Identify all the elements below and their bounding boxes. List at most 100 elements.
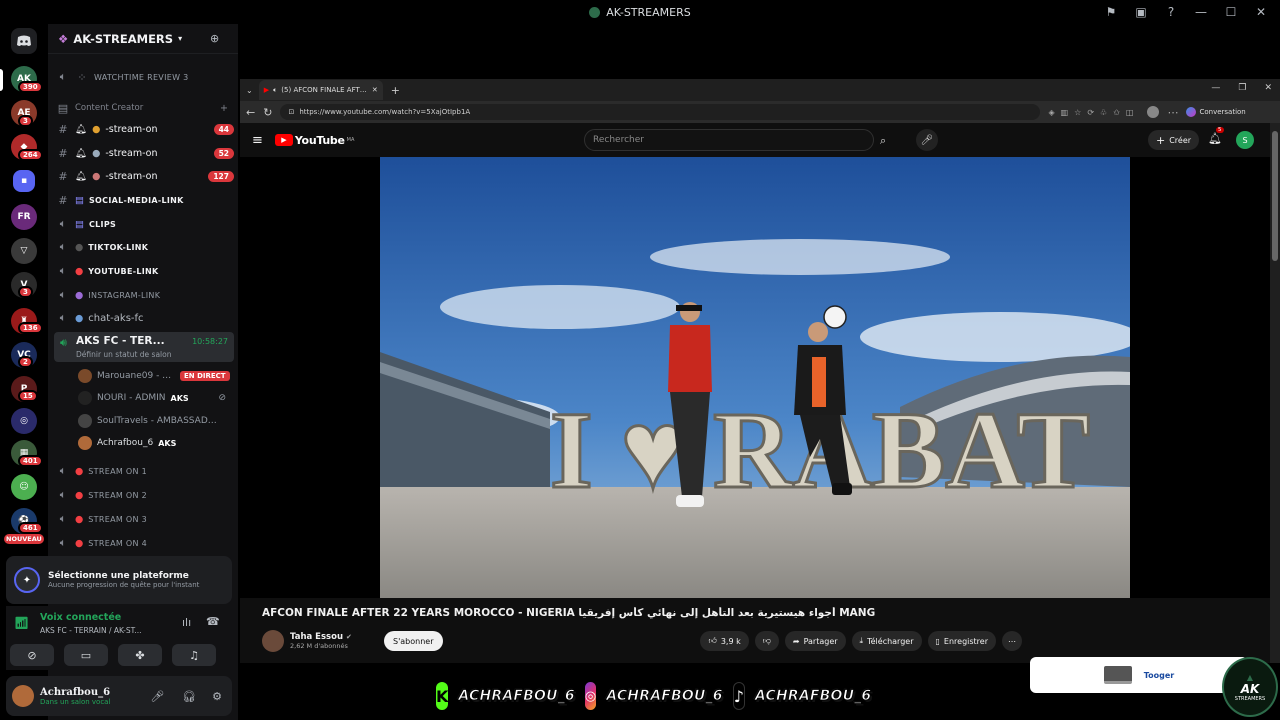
screen-share-icon[interactable]: ▣ — [1128, 2, 1154, 22]
camera-off-button[interactable]: ⊘ — [10, 644, 54, 666]
bell-icon: 🔔︎ — [75, 123, 88, 135]
more-menu-icon[interactable]: ⋯ — [1167, 106, 1178, 119]
channel-name: -stream-on — [105, 123, 158, 135]
back-icon[interactable]: ← — [246, 106, 255, 119]
discord-home-icon[interactable] — [11, 28, 37, 54]
channel-clips[interactable]: 🔈︎ ▤ CLIPS — [56, 213, 234, 235]
channel-stream-on-2[interactable]: # 🔔︎ ● -stream-on 52 — [56, 142, 234, 164]
video-scene: I ♥ RABAT — [380, 157, 1130, 598]
tab-list-icon[interactable]: ⌄ — [246, 86, 253, 95]
tiktok-handle: ACHRAFBOU_6 — [754, 688, 872, 705]
share-button[interactable]: ➦ Partager — [784, 631, 846, 651]
category-content-creator[interactable]: ▤ Content Creator + — [56, 97, 234, 119]
minimize-button[interactable]: — — [1188, 2, 1214, 22]
channel-name[interactable]: Taha Essou ✔ — [290, 632, 378, 642]
signal-icon[interactable]: 📶︎ — [14, 616, 29, 630]
server-badge: 390 — [18, 81, 43, 93]
close-button[interactable]: ✕ — [1248, 2, 1274, 22]
browser-tab[interactable]: ▶ 🔈︎ (5) AFCON FINALE AFTER 22 ✕ — [258, 80, 383, 100]
channel-status[interactable]: Définir un statut de salon — [76, 350, 226, 359]
create-button[interactable]: + Créer — [1148, 130, 1200, 150]
avatar[interactable] — [12, 685, 34, 707]
channel-name: SOCIAL-MEDIA-LINK — [88, 195, 184, 205]
tab-close-icon[interactable]: ✕ — [372, 86, 378, 94]
download-icon: ⤓ — [859, 636, 864, 645]
member-name: Achrafbou_6 — [97, 438, 154, 448]
channel-avatar[interactable] — [262, 630, 284, 652]
page-scrollbar[interactable] — [1272, 131, 1278, 261]
extension-icons[interactable]: ◈▥☆⟳♧✩◫ — [1048, 108, 1139, 117]
activities-button[interactable]: ✤ — [118, 644, 162, 666]
noise-suppression-icon[interactable]: ılı — [182, 616, 191, 629]
channel-stream-on-3-voice[interactable]: 🔈︎ ● STREAM ON 3 — [56, 508, 234, 530]
server-icon[interactable]: ☺ — [11, 474, 37, 500]
channel-youtube-link[interactable]: 🔈︎ ● YOUTUBE-LINK — [56, 260, 234, 282]
help-icon[interactable]: ? — [1158, 2, 1184, 22]
browser-close-button[interactable]: ✕ — [1264, 83, 1272, 93]
settings-gear-icon[interactable]: ⚙ — [212, 690, 222, 703]
channel-chat-aks-fc[interactable]: 🔈︎ ● chat-aks-fc — [56, 307, 234, 329]
more-actions-button[interactable]: ⋯ — [1002, 631, 1022, 651]
hamburger-menu-icon[interactable]: ≡ — [252, 133, 263, 148]
refresh-icon[interactable]: ↻ — [263, 106, 272, 119]
voice-status: Voix connectée — [40, 612, 122, 623]
notifications-bell-icon[interactable]: 🔔︎ — [1208, 132, 1222, 145]
server-icon[interactable]: ▽ — [11, 238, 37, 264]
subscribe-button[interactable]: S'abonner — [384, 631, 443, 651]
youtube-logo[interactable]: ▶ YouTube MA — [274, 134, 354, 147]
voice-member[interactable]: Marouane09 - A... EN DIRECT — [78, 365, 236, 387]
voice-member[interactable]: SoulTravels - AMBASSADOR — [78, 410, 236, 432]
voice-member[interactable]: Achrafbou_6 AKS — [78, 432, 236, 454]
copilot-button[interactable]: Conversation — [1186, 107, 1246, 117]
channel-stream-on-4-voice[interactable]: 🔈︎ ● STREAM ON 4 — [56, 532, 234, 554]
voice-search-icon[interactable]: 🎤︎ — [916, 129, 938, 151]
disconnect-icon[interactable]: ☎︎ — [206, 615, 220, 628]
audio-playing-icon[interactable]: 🔈︎ — [273, 86, 277, 95]
channel-social-media-link[interactable]: # ▤ SOCIAL-MEDIA-LINK — [56, 189, 234, 211]
url-field[interactable]: ⊡ https://www.youtube.com/watch?v=5XajOt… — [280, 104, 1041, 120]
channel-stream-on-1[interactable]: # 🔔︎ ● -stream-on 44 — [56, 118, 234, 140]
like-button[interactable]: 👍︎ 3,9 k — [700, 631, 749, 651]
channel-watchtime[interactable]: 🔈︎ ⁘ WATCHTIME REVIEW 3 — [56, 66, 234, 88]
channel-stream-on-3[interactable]: # 🔔︎ ● -stream-on 127 — [56, 165, 234, 187]
copilot-label: Conversation — [1199, 108, 1246, 116]
create-label: Créer — [1169, 135, 1192, 145]
folder-icon[interactable]: ▪ — [13, 170, 35, 192]
search-icon[interactable]: ⌕ — [880, 134, 886, 148]
channel-voice-active[interactable]: 🔊︎ AKS FC - TER... 10:58:27 Définir un s… — [54, 332, 234, 362]
profile-avatar[interactable] — [1147, 106, 1160, 118]
voice-member[interactable]: NOURI - ADMIN AKS ⊘ — [78, 387, 236, 409]
channel-tiktok-link[interactable]: 🔈︎ ● TIKTOK-LINK — [56, 236, 234, 258]
server-icon[interactable]: ◎ — [11, 408, 37, 434]
dislike-button[interactable]: 👎︎ — [754, 631, 779, 651]
mention-count: 127 — [208, 170, 234, 182]
add-channel-icon[interactable]: + — [220, 103, 228, 114]
headphones-icon[interactable]: 🎧︎ — [182, 690, 196, 703]
video-player[interactable]: I ♥ RABAT — [240, 157, 1270, 598]
search-input[interactable]: Rechercher — [584, 129, 874, 151]
microphone-icon[interactable]: 🎤︎ — [150, 690, 164, 703]
invite-user-icon[interactable]: ⊕ — [210, 32, 219, 45]
download-button[interactable]: ⤓ Télécharger — [851, 631, 922, 651]
browser-minimize-button[interactable]: — — [1211, 83, 1220, 93]
channel-stream-on-1-voice[interactable]: 🔈︎ ● STREAM ON 1 — [56, 460, 234, 482]
quest-panel[interactable]: ✦ Sélectionne une plateforme Aucune prog… — [6, 556, 232, 604]
server-icon[interactable]: FR — [11, 204, 37, 230]
save-button[interactable]: ▯ Enregistrer — [927, 631, 996, 651]
server-badge: 3 — [18, 115, 33, 127]
account-avatar[interactable]: S — [1236, 131, 1254, 149]
video-frame[interactable]: I ♥ RABAT — [380, 157, 1130, 598]
screen-share-button[interactable]: ▭ — [64, 644, 108, 666]
new-tab-icon[interactable]: + — [391, 84, 400, 97]
browser-restore-button[interactable]: ❐ — [1238, 83, 1246, 93]
channel-instagram-link[interactable]: 🔈︎ ● INSTAGRAM-LINK — [56, 284, 234, 306]
tab-title: (5) AFCON FINALE AFTER 22 — [281, 86, 368, 94]
channel-stream-on-2-voice[interactable]: 🔈︎ ● STREAM ON 2 — [56, 484, 234, 506]
server-header[interactable]: ❖ AK-STREAMERS ▾ ⊕ — [48, 24, 238, 54]
ad-card[interactable]: Tooger — [1030, 657, 1248, 693]
quest-subtitle: Aucune progression de quête pour l'insta… — [48, 581, 200, 589]
voice-channel[interactable]: AKS FC - TERRAIN / AK-ST... — [40, 626, 170, 635]
inbox-flag-icon[interactable]: ⚑ — [1098, 2, 1124, 22]
soundboard-button[interactable]: ♫ — [172, 644, 216, 666]
maximize-button[interactable]: ☐ — [1218, 2, 1244, 22]
